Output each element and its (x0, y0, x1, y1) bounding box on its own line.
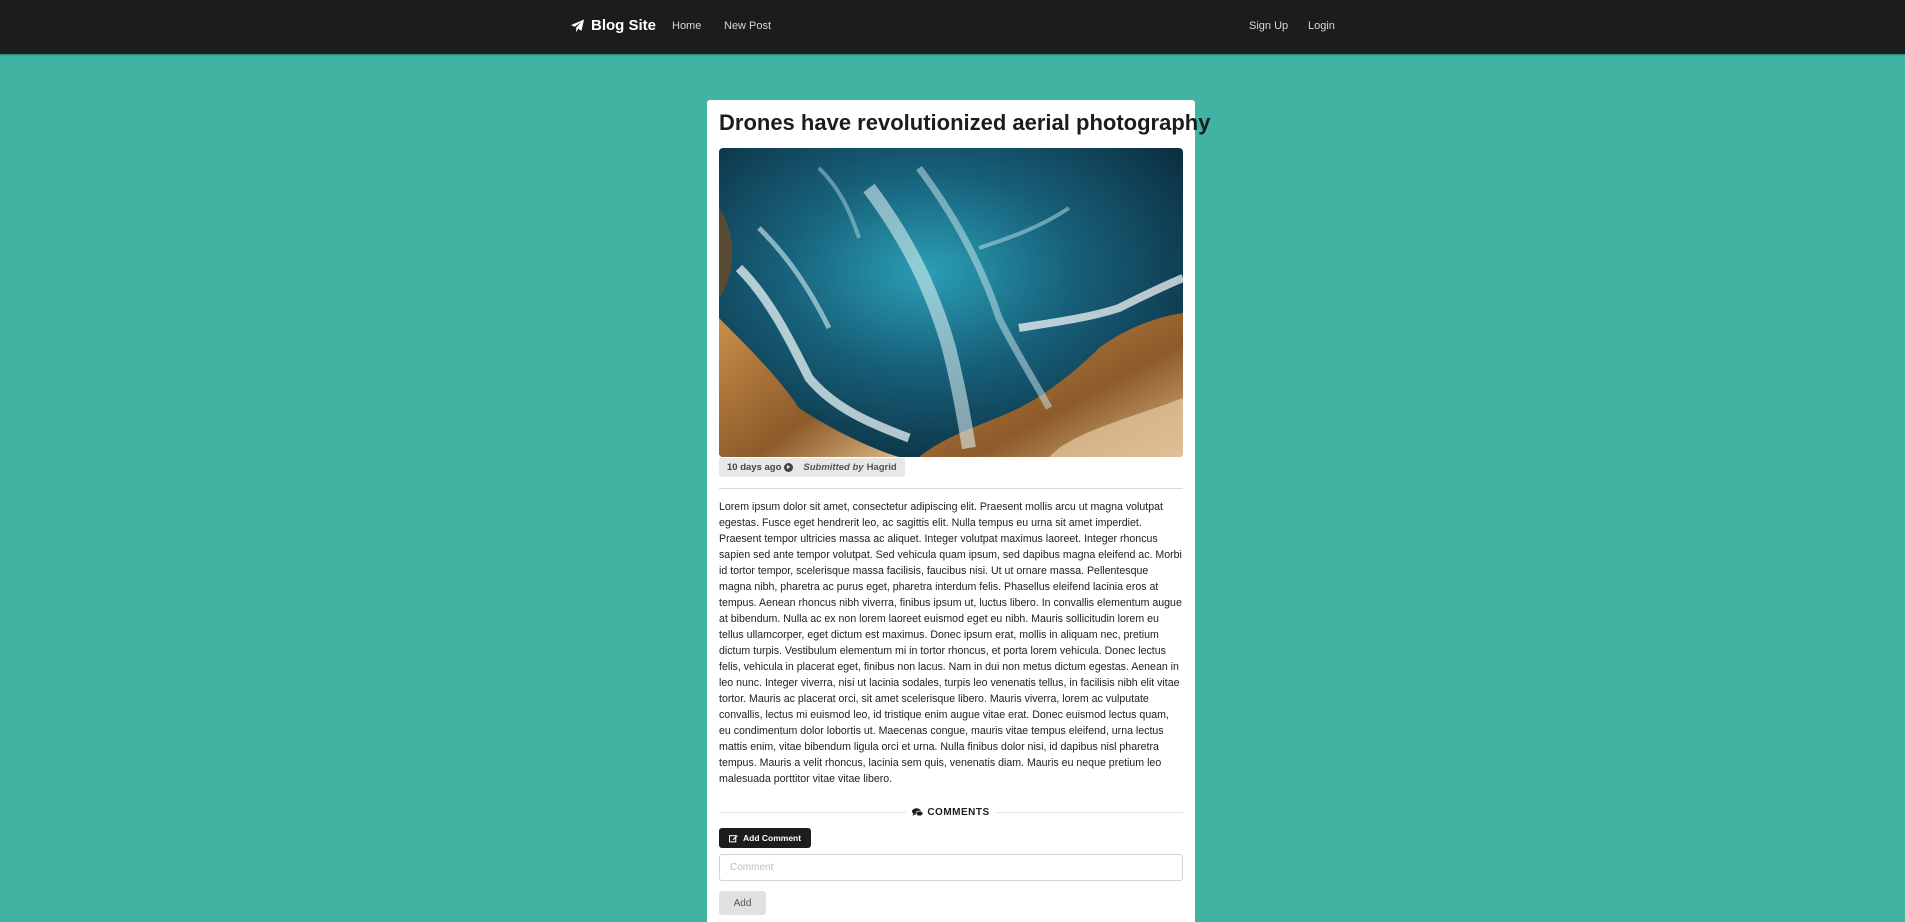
add-button[interactable]: Add (719, 891, 766, 915)
top-navbar: Blog Site Home New Post Sign Up Login (0, 0, 1905, 54)
brand-name: Blog Site (591, 17, 657, 34)
edit-icon (729, 834, 738, 842)
aerial-ocean-photo (719, 148, 1183, 457)
comments-label: COMMENTS (906, 807, 995, 818)
post-time: 10 days ago (727, 462, 782, 473)
divider (719, 488, 1183, 489)
nav-sign-up-link[interactable]: Sign Up (1249, 20, 1288, 32)
arrow-circle-right-icon (784, 463, 794, 472)
divider-line-right (995, 811, 1183, 813)
post-title: Drones have revolutionized aerial photog… (719, 110, 1211, 135)
paper-plane-icon (570, 18, 585, 32)
comments-icon (912, 807, 924, 816)
brand-logo[interactable]: Blog Site (570, 17, 656, 34)
add-comment-button[interactable]: Add Comment (719, 828, 812, 848)
divider-line-left (719, 811, 907, 813)
add-comment-label: Add Comment (743, 833, 802, 843)
post-card: Drones have revolutionized aerial photog… (707, 100, 1210, 922)
comment-input[interactable] (719, 854, 1183, 881)
comments-header: COMMENTS (719, 805, 1183, 819)
nav-new-post-link[interactable]: New Post (724, 20, 771, 32)
nav-home-link[interactable]: Home (672, 20, 701, 32)
post-image (719, 148, 1183, 457)
post-author[interactable]: Hagrid (867, 462, 897, 473)
nav-login-link[interactable]: Login (1308, 20, 1335, 32)
comments-heading: COMMENTS (927, 806, 990, 818)
post-meta: 10 days ago Submitted by Hagrid (719, 458, 905, 477)
submitted-by-label: Submitted by (803, 462, 864, 473)
post-body: Lorem ipsum dolor sit amet, consectetur … (719, 501, 1182, 785)
